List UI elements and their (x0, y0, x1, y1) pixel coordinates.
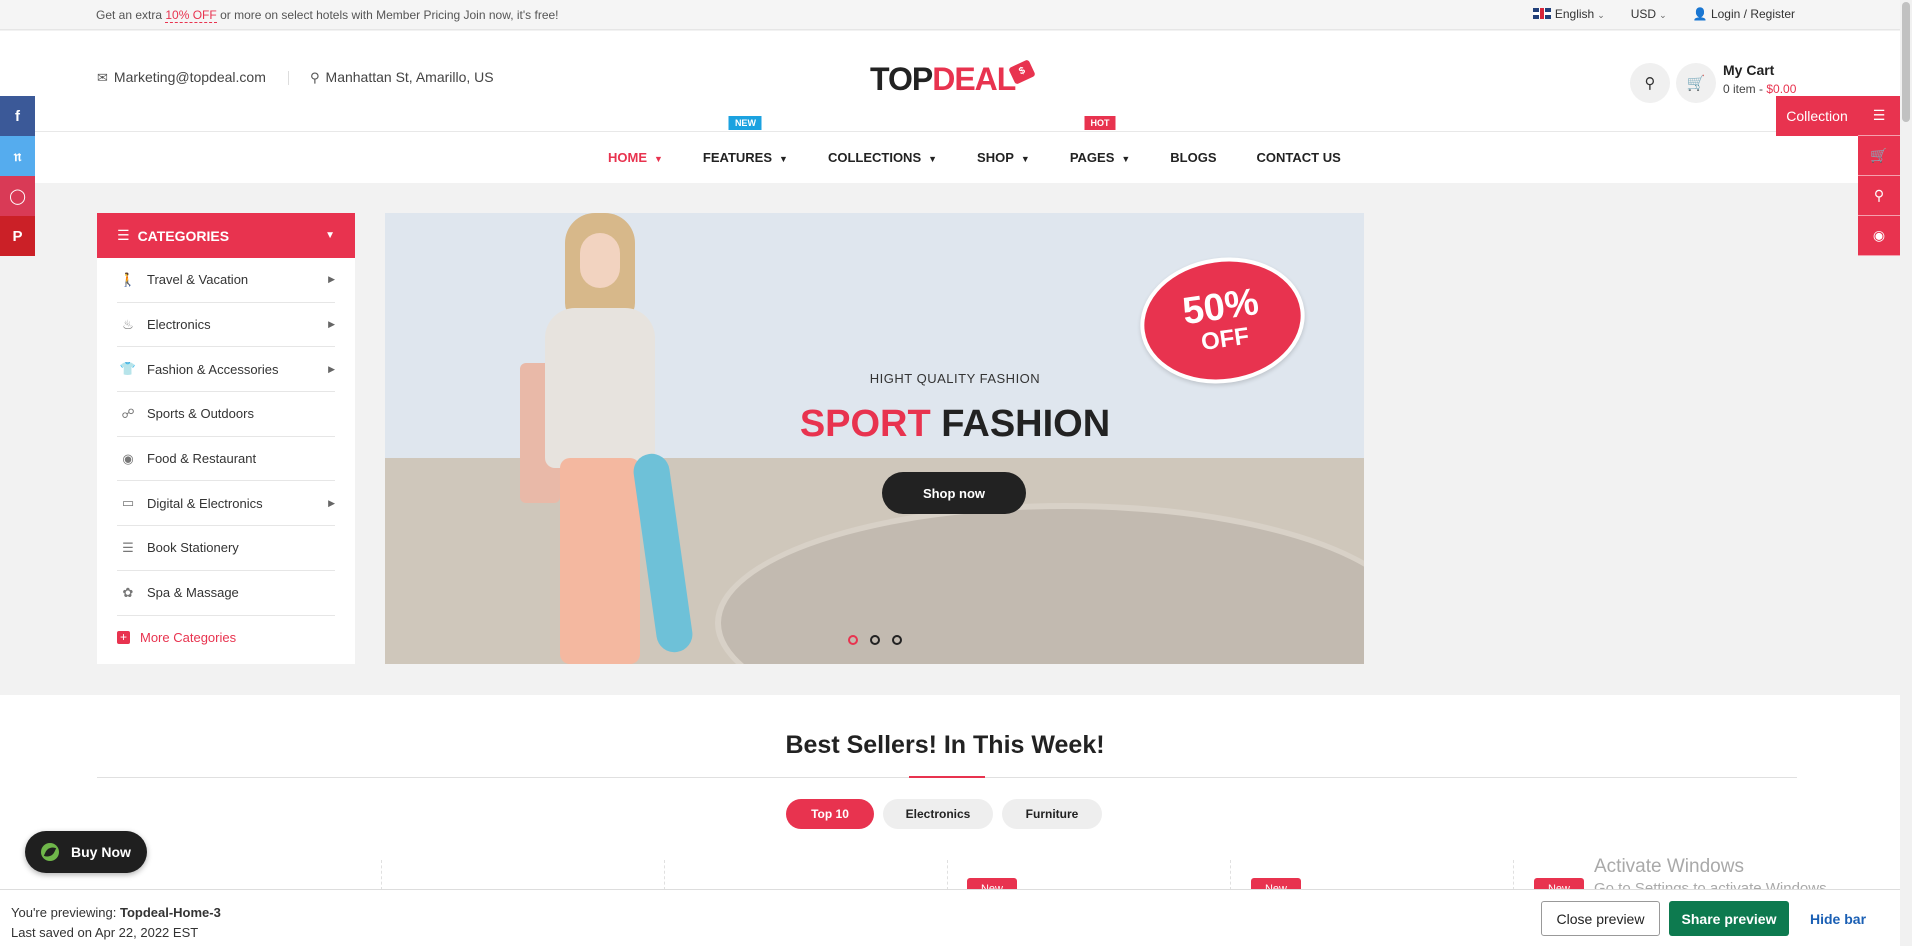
eye-icon[interactable]: ◉ (1858, 216, 1900, 256)
model-image (520, 213, 695, 664)
hero-title: SPORT FASHION (799, 403, 1111, 445)
caret-down-icon: ▼ (779, 154, 788, 164)
section-title: Best Sellers! In This Week! (785, 731, 1105, 759)
cart-summary[interactable]: My Cart 0 item - $0.00 (1723, 62, 1796, 96)
language-selector[interactable]: English ⌄ (1532, 7, 1605, 21)
nav-item-contact[interactable]: CONTACT US (1257, 150, 1341, 165)
instagram-icon[interactable]: ◯ (0, 176, 35, 216)
hot-badge: HOT (1084, 116, 1116, 130)
uk-flag-icon (1532, 8, 1551, 19)
topdeal-logo[interactable]: TOPDEAL $ (870, 59, 1037, 98)
facebook-icon[interactable]: f (0, 96, 35, 136)
page-scrollbar[interactable] (1900, 0, 1912, 946)
caret-right-icon: ▶ (328, 497, 335, 508)
hide-bar-link[interactable]: Hide bar (1810, 911, 1866, 927)
category-food[interactable]: ◉ Food & Restaurant (117, 437, 335, 482)
side-tools: ☰ 🛒 ⚲ ◉ (1858, 96, 1900, 256)
user-icon: 👤 (1692, 7, 1708, 21)
promo-highlight[interactable]: 10% OFF (165, 8, 217, 23)
main-nav: HOME ▼ NEW FEATURES ▼ COLLECTIONS ▼ SHOP ▼ HO… (0, 116, 1900, 183)
nav-item-shop[interactable]: SHOP ▼ (977, 150, 1030, 165)
envelope-icon: ✉ (97, 70, 108, 85)
categories-header[interactable]: ☰ CATEGORIES ▼ (97, 213, 355, 258)
title-underline (909, 776, 985, 778)
preview-info: You're previewing: Topdeal-Home-3 Last s… (11, 905, 221, 940)
basket-icon: 🛒 (1686, 75, 1706, 92)
hero-slider[interactable]: 50% OFF HIGHT QUALITY FASHION SPORT FASH… (385, 213, 1364, 664)
menu-icon: ☰ (117, 227, 130, 243)
close-preview-button[interactable]: Close preview (1541, 901, 1660, 936)
nav-item-home[interactable]: HOME ▼ (608, 150, 663, 165)
category-travel[interactable]: 🚶 Travel & Vacation ▶ (117, 258, 335, 303)
scrollbar-thumb[interactable] (1902, 2, 1910, 122)
login-register-link[interactable]: 👤 Login / Register (1693, 7, 1795, 21)
slider-dot-3[interactable] (892, 635, 902, 645)
flame-icon: ♨ (122, 316, 134, 332)
twitter-icon[interactable]: 𝔫 (0, 136, 35, 176)
menu-icon[interactable]: ☰ (1858, 96, 1900, 136)
search-icon[interactable]: ⚲ (1858, 176, 1900, 216)
nav-item-blogs[interactable]: BLOGS (1170, 150, 1216, 165)
currency-selector[interactable]: USD ⌄ (1631, 7, 1667, 21)
caret-down-icon: ▼ (325, 230, 335, 241)
hero-subtitle: HIGHT QUALITY FASHION (869, 371, 1041, 386)
caret-right-icon: ▶ (328, 363, 335, 374)
tab-electronics[interactable]: Electronics (883, 799, 993, 829)
divider (288, 71, 289, 85)
caret-right-icon: ▶ (328, 274, 335, 285)
preview-bar: You're previewing: Topdeal-Home-3 Last s… (0, 889, 1900, 946)
map-marker-icon: ⚲ (310, 70, 320, 85)
caret-down-icon: ▼ (654, 154, 663, 164)
promo-text: Get an extra 10% OFF or more on select h… (96, 8, 559, 23)
lotus-icon: ✿ (122, 584, 134, 600)
caret-right-icon: ▶ (328, 319, 335, 330)
collection-tab[interactable]: Collection (1776, 96, 1858, 136)
tshirt-icon: 👕 (119, 361, 137, 377)
plus-icon: + (117, 630, 130, 644)
new-badge: NEW (728, 116, 762, 130)
email-contact[interactable]: ✉ Marketing@topdeal.com (97, 69, 266, 86)
nav-item-collections[interactable]: COLLECTIONS ▼ (828, 150, 937, 165)
pinterest-icon[interactable]: P (0, 216, 35, 256)
caret-down-icon: ▼ (928, 154, 938, 164)
search-icon: ⚲ (1644, 75, 1656, 92)
caret-down-icon: ▼ (1121, 154, 1131, 164)
more-categories-link[interactable]: + More Categories (97, 616, 355, 659)
link-icon: ☍ (121, 405, 135, 421)
nav-item-features[interactable]: NEW FEATURES ▼ (703, 116, 788, 165)
category-sports[interactable]: ☍ Sports & Outdoors (117, 392, 335, 437)
chevron-down-icon: ⌄ (1659, 10, 1667, 20)
header: ✉ Marketing@topdeal.com ⚲ Manhattan St, Am… (0, 31, 1900, 131)
tab-furniture[interactable]: Furniture (1002, 799, 1102, 829)
categories-panel: ☰ CATEGORIES ▼ 🚶 Travel & Vacation ▶ ♨ Elec… (97, 213, 355, 664)
search-button[interactable]: ⚲ (1630, 63, 1670, 103)
social-sidebar: f 𝔫 ◯ P (0, 96, 35, 256)
theme-name: Topdeal-Home-3 (119, 905, 221, 920)
slider-dot-2[interactable] (870, 635, 880, 645)
slider-dots (848, 635, 902, 645)
top-bar: Get an extra 10% OFF or more on select h… (0, 0, 1900, 30)
category-spa[interactable]: ✿ Spa & Massage (117, 571, 335, 616)
shop-now-button[interactable]: Shop now (882, 472, 1026, 514)
cart-icon[interactable]: 🛒 (1858, 136, 1900, 176)
buy-now-button[interactable]: Buy Now (25, 831, 147, 873)
category-digital[interactable]: ▭ Digital & Electronics ▶ (117, 481, 335, 527)
product-tabs: Top 10 Electronics Furniture (786, 799, 1102, 829)
cart-button[interactable]: 🛒 (1676, 63, 1716, 103)
walking-icon: 🚶 (119, 271, 137, 287)
chevron-down-icon: ⌄ (1597, 10, 1605, 20)
tab-top-10[interactable]: Top 10 (786, 799, 874, 829)
nav-item-pages[interactable]: HOT PAGES ▼ (1070, 116, 1131, 165)
leaf-icon (41, 843, 59, 861)
category-fashion[interactable]: 👕 Fashion & Accessories ▶ (117, 347, 335, 393)
category-books[interactable]: ☰ Book Stationery (117, 526, 335, 571)
slider-dot-1[interactable] (848, 635, 858, 645)
caret-down-icon: ▼ (1020, 154, 1030, 164)
category-electronics[interactable]: ♨ Electronics ▶ (117, 303, 335, 348)
share-preview-button[interactable]: Share preview (1669, 901, 1789, 936)
books-icon: ☰ (122, 539, 134, 555)
address-contact: ⚲ Manhattan St, Amarillo, US (310, 69, 494, 85)
helmet-icon: ◉ (122, 450, 134, 466)
laptop-icon: ▭ (121, 495, 135, 511)
